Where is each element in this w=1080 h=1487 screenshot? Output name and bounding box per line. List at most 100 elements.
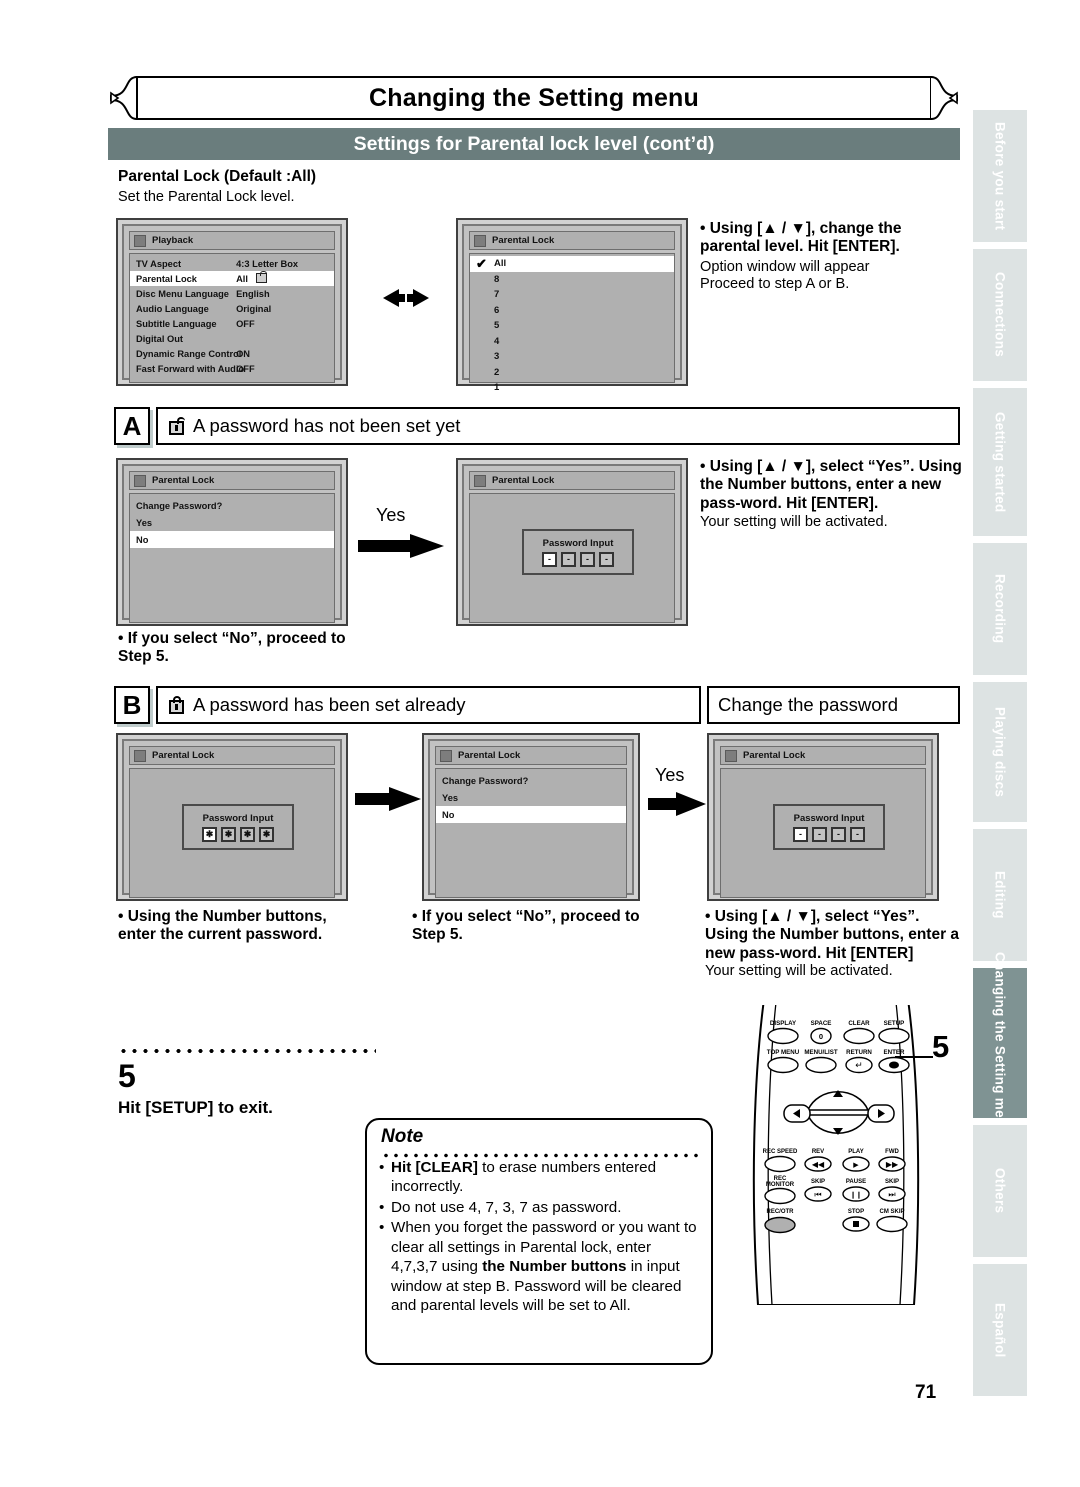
screen-title: Parental Lock xyxy=(458,750,521,761)
row-label: Dynamic Range Control xyxy=(136,348,242,359)
password-input-box[interactable]: Password Input - - - - xyxy=(522,529,634,575)
dialog-option-yes[interactable]: Yes xyxy=(436,789,626,806)
caption-bold: • Using [▲ / ▼], select “Yes”. Using the… xyxy=(705,908,960,962)
svg-text:CM SKIP: CM SKIP xyxy=(879,1209,904,1215)
parental-level-screen: Parental Lock ✔ All 8 7 6 5 4 3 2 1 xyxy=(456,218,688,393)
dialog-option-no[interactable]: No xyxy=(130,531,334,548)
row-value: 4:3 Letter Box xyxy=(236,258,299,269)
dialog-option-no[interactable]: No xyxy=(436,806,626,823)
password-cells: ✱ ✱ ✱ ✱ xyxy=(202,826,274,842)
titlebar: Parental Lock xyxy=(129,746,335,765)
svg-text:FWD: FWD xyxy=(885,1149,899,1155)
svg-text:PAUSE: PAUSE xyxy=(846,1179,866,1185)
row-label: Parental Lock xyxy=(136,273,197,284)
password-cell[interactable]: ✱ xyxy=(221,826,236,842)
table-row[interactable]: Parental Lock All xyxy=(130,271,334,286)
caption-text: • Using the Number buttons, enter the cu… xyxy=(118,908,327,944)
intro-heading: Parental Lock (Default :All) xyxy=(118,168,317,185)
password-cell[interactable]: - xyxy=(561,551,576,567)
password-input-box[interactable]: Password Input ✱ ✱ ✱ ✱ xyxy=(182,804,294,850)
password-cell[interactable]: - xyxy=(831,826,846,842)
tab-label: Before you start xyxy=(992,121,1008,231)
screen-body: Password Input - - - - xyxy=(469,493,675,623)
playback-menu-title: Playback xyxy=(152,235,194,246)
sidebar-item-recording[interactable]: Recording xyxy=(973,543,1027,675)
password-cell[interactable]: - xyxy=(542,551,557,567)
menu-icon xyxy=(134,234,146,247)
list-item[interactable]: 4 xyxy=(470,334,674,350)
svg-text:REC SPEED: REC SPEED xyxy=(763,1149,798,1155)
table-row[interactable]: Disc Menu Language English xyxy=(130,286,334,301)
screen-title: Parental Lock xyxy=(743,750,806,761)
dialog-option-yes[interactable]: Yes xyxy=(130,514,334,531)
sidebar-item-before-you-start[interactable]: Before you start xyxy=(973,110,1027,242)
list-item[interactable]: 6 xyxy=(470,303,674,319)
sidebar-item-connections[interactable]: Connections xyxy=(973,249,1027,381)
section-b-badge: B xyxy=(114,686,150,724)
list-item-label: 4 xyxy=(494,335,500,347)
intro-text: Set the Parental Lock level. xyxy=(118,189,295,205)
password-cell[interactable]: - xyxy=(580,551,595,567)
table-row[interactable]: Audio Language Original xyxy=(130,301,334,316)
section-b-caption-2: • If you select “No”, proceed to Step 5. xyxy=(412,908,652,945)
banner-right-ornament xyxy=(930,76,960,120)
sidebar-item-getting-started[interactable]: Getting started xyxy=(973,388,1027,536)
caption-text: • If you select “No”, proceed to Step 5. xyxy=(118,630,346,666)
step-number: 5 xyxy=(118,1058,136,1094)
password-cell[interactable]: ✱ xyxy=(202,826,217,842)
tab-label: Changing the Setting menu xyxy=(992,951,1008,1135)
table-row[interactable]: Digital Out xyxy=(130,331,334,346)
password-cell[interactable]: - xyxy=(599,551,614,567)
sidebar-item-espanol[interactable]: Español xyxy=(973,1264,1027,1396)
svg-text:REV: REV xyxy=(812,1149,824,1155)
parental-level-list: ✔ All 8 7 6 5 4 3 2 1 xyxy=(469,253,675,393)
callout-step-number: 5 xyxy=(932,1029,950,1064)
sidebar-item-changing-the-setting-menu[interactable]: Changing the Setting menu xyxy=(973,952,1027,1135)
table-row[interactable]: Fast Forward with Audio OFF xyxy=(130,361,334,376)
list-item[interactable]: ✔ All xyxy=(470,256,674,272)
screen-title: Parental Lock xyxy=(492,475,555,486)
change-password-dialog: Change Password? Yes No xyxy=(129,493,335,623)
step-divider-dots xyxy=(118,1048,376,1054)
table-row[interactable]: TV Aspect 4:3 Letter Box xyxy=(130,256,334,271)
tab-label: Recording xyxy=(992,574,1008,644)
password-input-caption: Password Input xyxy=(793,812,865,824)
tab-label: Others xyxy=(992,1168,1008,1214)
section-b-side-title: Change the password xyxy=(718,694,898,715)
sidebar-item-others[interactable]: Others xyxy=(973,1125,1027,1257)
password-cell[interactable]: - xyxy=(850,826,865,842)
password-cell[interactable]: - xyxy=(793,826,808,842)
list-item[interactable]: 3 xyxy=(470,349,674,365)
menu-icon xyxy=(474,234,486,247)
sidebar-item-editing[interactable]: Editing xyxy=(973,829,1027,961)
table-row[interactable]: Subtitle Language OFF xyxy=(130,316,334,331)
section-a-title: A password has not been set yet xyxy=(193,415,461,436)
password-input-box[interactable]: Password Input - - - - xyxy=(773,804,885,850)
password-cell[interactable]: ✱ xyxy=(259,826,274,842)
padlock-icon xyxy=(255,271,267,283)
row-value: English xyxy=(236,288,270,299)
password-cell[interactable]: - xyxy=(812,826,827,842)
list-item[interactable]: 5 xyxy=(470,318,674,334)
svg-text:▶: ▶ xyxy=(853,1162,859,1169)
titlebar: Parental Lock xyxy=(720,746,926,765)
sidebar-item-playing-discs[interactable]: Playing discs xyxy=(973,682,1027,822)
password-cell[interactable]: ✱ xyxy=(240,826,255,842)
playback-menu-list: TV Aspect 4:3 Letter Box Parental Lock A… xyxy=(129,253,335,383)
titlebar: Parental Lock xyxy=(469,471,675,490)
top-instruction-block: • Using [▲ / ▼], change the parental lev… xyxy=(700,220,962,294)
list-item[interactable]: 2 xyxy=(470,365,674,381)
list-item[interactable]: 1 xyxy=(470,380,674,396)
option-label: No xyxy=(136,534,149,545)
instruction-bold: • Using [▲ / ▼], select “Yes”. Using the… xyxy=(700,458,962,512)
list-item[interactable]: 8 xyxy=(470,272,674,288)
section-b-caption-3: • Using [▲ / ▼], select “Yes”. Using the… xyxy=(705,908,963,980)
flow-arrow-b1 xyxy=(355,785,425,818)
flow-arrow-a xyxy=(358,532,450,565)
list-item[interactable]: 7 xyxy=(470,287,674,303)
titlebar: Parental Lock xyxy=(435,746,627,765)
password-cells: - - - - xyxy=(793,826,865,842)
table-row[interactable]: Dynamic Range Control ON xyxy=(130,346,334,361)
svg-text:STOP: STOP xyxy=(848,1209,864,1215)
dialog-question: Change Password? xyxy=(436,772,626,789)
